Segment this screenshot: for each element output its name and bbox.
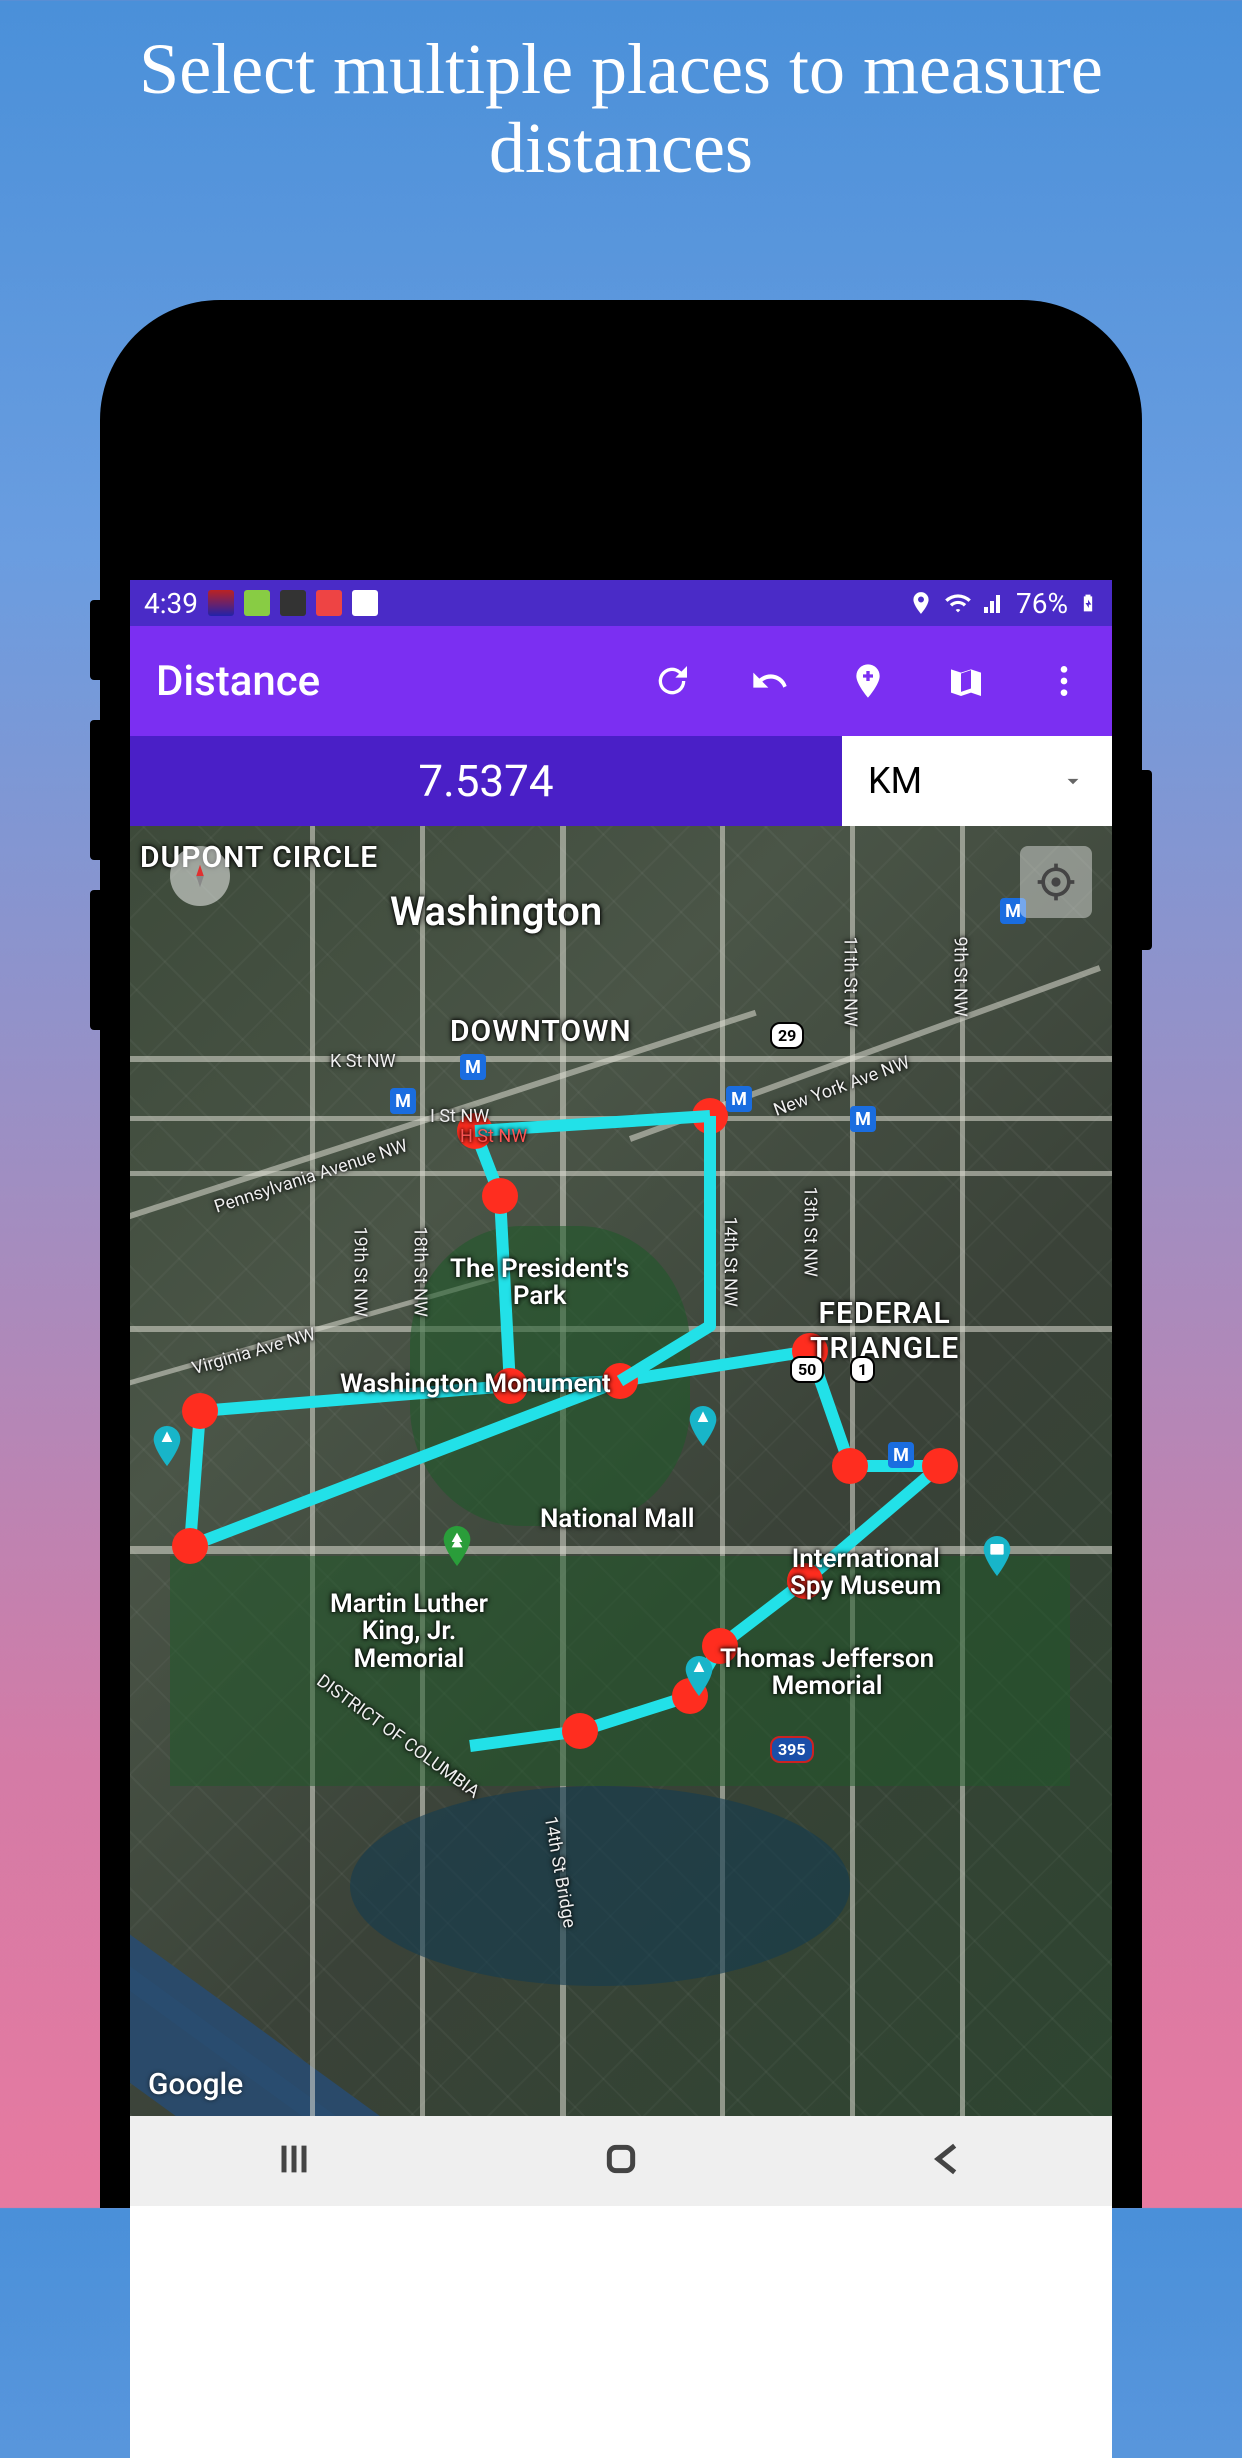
highway-shield: 1 — [850, 1356, 875, 1383]
back-button[interactable] — [928, 2139, 968, 2183]
map-street-label: 13th St NW — [800, 1187, 821, 1277]
add-location-icon — [848, 661, 888, 701]
unit-selector[interactable]: KM — [842, 736, 1112, 826]
recents-icon — [274, 2139, 314, 2179]
map-street-label: 11th St NW — [840, 937, 861, 1027]
map-area-label: DOWNTOWN — [450, 1014, 632, 1049]
home-button[interactable] — [601, 2139, 641, 2183]
signal-icon — [982, 591, 1006, 615]
poi-pin-icon — [980, 1536, 1014, 1576]
highway-shield: 395 — [770, 1736, 814, 1763]
status-battery: 76% — [1016, 587, 1068, 620]
status-app-icon — [244, 590, 270, 616]
highway-shield: 50 — [790, 1356, 824, 1383]
system-nav-bar — [130, 2116, 1112, 2206]
map-view[interactable]: DUPONT CIRCLE Washington DOWNTOWN FEDERA… — [130, 826, 1112, 2116]
map-type-button[interactable] — [944, 659, 988, 703]
phone-frame: 4:39 76% Distance — [100, 300, 1142, 2208]
poi-pin-icon — [686, 1406, 720, 1446]
overflow-button[interactable] — [1042, 659, 1086, 703]
refresh-icon — [652, 661, 692, 701]
measurement-bar: 7.5374 KM — [130, 736, 1112, 826]
map-street-label: 14th St NW — [720, 1217, 741, 1307]
metro-marker: M — [390, 1088, 416, 1114]
compass-button[interactable] — [170, 846, 230, 906]
status-time: 4:39 — [144, 587, 198, 620]
app-title: Distance — [156, 657, 320, 706]
distance-value: 7.5374 — [130, 736, 842, 826]
app-bar: Distance — [130, 626, 1112, 736]
poi-pin-icon — [150, 1426, 184, 1466]
undo-icon — [750, 661, 790, 701]
status-app-icon — [280, 590, 306, 616]
map-street-label: 19th St NW — [350, 1227, 371, 1317]
wifi-icon — [944, 589, 972, 617]
metro-marker: M — [726, 1086, 752, 1112]
map-city-label: Washington — [390, 888, 602, 935]
map-icon — [946, 661, 986, 701]
map-street-label: I St NW — [430, 1106, 489, 1127]
back-icon — [928, 2139, 968, 2179]
chevron-down-icon — [1060, 768, 1086, 794]
my-location-button[interactable] — [1020, 846, 1092, 918]
poi-pin-icon — [440, 1526, 474, 1566]
home-icon — [601, 2139, 641, 2179]
status-app-icon — [316, 590, 342, 616]
metro-marker: M — [850, 1106, 876, 1132]
map-street-label: K St NW — [330, 1051, 396, 1072]
map-street-label: 18th St NW — [410, 1227, 431, 1317]
unit-label: KM — [868, 760, 922, 802]
map-street-label: H St NW — [460, 1126, 527, 1147]
add-place-button[interactable] — [846, 659, 890, 703]
promo-title: Select multiple places to measure distan… — [0, 0, 1242, 188]
poi-pin-icon — [682, 1656, 716, 1696]
compass-icon — [185, 861, 215, 891]
metro-marker: M — [460, 1054, 486, 1080]
map-poi-label: The President's Park — [450, 1256, 629, 1311]
undo-button[interactable] — [748, 659, 792, 703]
more-vert-icon — [1044, 661, 1084, 701]
highway-shield: 29 — [770, 1022, 804, 1049]
crosshair-icon — [1034, 860, 1078, 904]
map-poi-label: National Mall — [540, 1506, 695, 1533]
map-poi-label: Martin Luther King, Jr. Memorial — [330, 1591, 488, 1673]
refresh-button[interactable] — [650, 659, 694, 703]
status-bar: 4:39 76% — [130, 580, 1112, 626]
map-poi-label: International Spy Museum — [790, 1546, 941, 1601]
status-app-icon — [352, 590, 378, 616]
metro-marker: M — [888, 1442, 914, 1468]
map-area-label: FEDERALTRIANGLE — [810, 1296, 959, 1366]
phone-screen: 4:39 76% Distance — [130, 580, 1112, 2458]
map-street-label: 9th St NW — [950, 937, 971, 1017]
location-icon — [908, 590, 934, 616]
recents-button[interactable] — [274, 2139, 314, 2183]
map-poi-label: Thomas Jefferson Memorial — [720, 1646, 934, 1701]
map-poi-label: Washington Monument — [340, 1371, 611, 1398]
status-app-icon — [208, 590, 234, 616]
map-attribution: Google — [148, 2067, 243, 2102]
battery-icon — [1078, 589, 1098, 617]
